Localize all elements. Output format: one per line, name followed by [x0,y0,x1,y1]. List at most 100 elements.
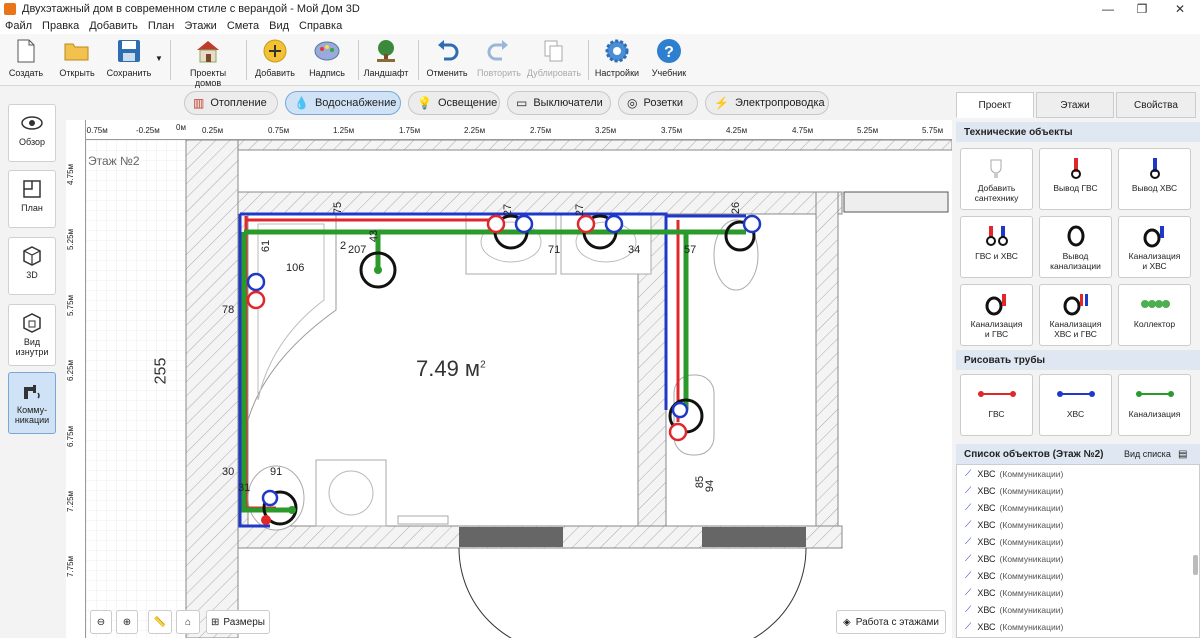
inside-view-button[interactable]: Вид изнутри [8,304,56,366]
obj-label-1: Вывод [1062,251,1089,261]
communications-button[interactable]: Комму- никации [8,372,56,434]
menu-help[interactable]: Справка [294,20,347,32]
tutorial-button[interactable]: ? Учебник [646,36,692,78]
sewer-outlet-button[interactable]: Вывод канализации [1039,216,1112,278]
label-label: Надпись [309,68,345,78]
tutorial-label: Учебник [651,68,687,78]
menu-floors[interactable]: Этажи [179,20,221,32]
projects-label: Проекты домов [189,68,227,88]
create-label: Создать [8,68,44,78]
save-button[interactable]: Сохранить [104,36,154,78]
projects-button[interactable]: Проекты домов [176,36,240,88]
dimension-label: 207 [348,244,367,256]
inside-label-2: изнутри [15,347,49,357]
label-button[interactable]: Надпись [304,36,350,78]
undo-button[interactable]: Отменить [422,36,472,78]
list-item[interactable]: ⟋ ХВС (Коммуникации) [957,499,1199,516]
list-view-label[interactable]: Вид списка [1124,449,1171,459]
list-item[interactable]: ⟋ ХВС (Коммуникации) [957,516,1199,533]
menu-add[interactable]: Добавить [84,20,143,32]
object-list[interactable]: ⟋ ХВС (Коммуникации) ⟋ ХВС (Коммуникации) ⟋ Х… [956,464,1200,638]
sizes-button[interactable]: ⊞ Размеры [206,610,270,634]
cold-outlet-button[interactable]: Вывод ХВС [1118,148,1191,210]
room-area: 7.49 м2 [416,356,486,382]
drop-icon: 💧 [294,96,309,110]
plan-canvas[interactable]: -0.75м -0.25м 0м 0.25м 0.75м 1.25м 1.75м… [66,120,952,638]
overview-button[interactable]: Обзор [8,104,56,162]
menu-estimate[interactable]: Смета [222,20,264,32]
tab-wiring[interactable]: ⚡ Электропроводка [705,91,829,115]
collector-icon [1119,291,1190,317]
hot-cold-button[interactable]: ГВС и ХВС [960,216,1033,278]
list-item[interactable]: ⟋ ХВС (Коммуникации) [957,618,1199,635]
folder-icon [64,38,90,64]
hot-pipe-button[interactable]: ГВС [960,374,1033,436]
create-button[interactable]: Создать [4,36,48,78]
tab-heating[interactable]: ▥ Отопление [184,91,278,115]
dimension-label: 106 [286,262,305,274]
zoom-out-button[interactable]: ⊖ [90,610,112,634]
ruler-tool-button[interactable]: 📏 [148,610,172,634]
menu-edit[interactable]: Правка [37,20,84,32]
home-button[interactable]: ⌂ [176,610,200,634]
list-scrollbar[interactable] [1193,555,1198,575]
list-item[interactable]: ⟋ ХВС (Коммуникации) [957,533,1199,550]
pipe-line-icon: ⟋ [965,502,972,512]
cold-pipe-button[interactable]: ХВС [1039,374,1112,436]
list-item[interactable]: ⟋ ХВС (Коммуникации) [957,465,1199,482]
switch-icon: ▭ [516,96,528,110]
tab-sockets-label: Розетки [643,97,683,109]
hot-cold-icon [961,223,1032,249]
tab-floors[interactable]: Этажи [1036,92,1114,118]
plan-label: План [21,203,43,213]
sewer-cold-hot-button[interactable]: Канализация ХВС и ГВС [1039,284,1112,346]
sewer-hot-button[interactable]: Канализация и ГВС [960,284,1033,346]
ruler-h-label: 0.75м [268,126,290,135]
add-plumbing-button[interactable]: Добавить сантехнику [960,148,1033,210]
menu-plan[interactable]: План [143,20,180,32]
list-item[interactable]: ⟋ ХВС (Коммуникации) [957,550,1199,567]
plan-drawing[interactable] [66,120,952,638]
list-item-type: (Коммуникации) [999,621,1064,632]
comm-label-1: Комму- [16,405,48,415]
floors-work-button[interactable]: ◈ Работа с этажами [836,610,946,634]
ruler-h-label: 2.75м [530,126,552,135]
tab-lighting[interactable]: 💡 Освещение [408,91,500,115]
add-button[interactable]: Добавить [252,36,298,78]
side-dimension: 255 [152,357,170,385]
redo-icon [486,38,512,64]
zoom-in-button[interactable]: ⊕ [116,610,138,634]
duplicate-button[interactable]: Дублировать [526,36,582,78]
add-label: Добавить [255,68,295,78]
tab-switches[interactable]: ▭ Выключатели [507,91,611,115]
left-view-bar: Обзор План 3D Вид изнутри Комму- никации [0,86,62,638]
hot-outlet-button[interactable]: Вывод ГВС [1039,148,1112,210]
close-icon[interactable]: ✕ [1160,0,1200,18]
tab-properties[interactable]: Свойства [1116,92,1196,118]
sewer-pipe-button[interactable]: Канализация [1118,374,1191,436]
list-item[interactable]: ⟋ ХВС (Коммуникации) [957,601,1199,618]
redo-button[interactable]: Повторить [474,36,524,78]
sewer-cold-button[interactable]: Канализация и ХВС [1118,216,1191,278]
tab-water-supply[interactable]: 💧 Водоснабжение [285,91,401,115]
tab-project[interactable]: Проект [956,92,1034,118]
save-dropdown-icon[interactable]: ▼ [154,54,164,63]
zoom-out-icon: ⊖ [96,616,106,628]
sewer-hot-icon [961,291,1032,317]
open-button[interactable]: Открыть [52,36,102,78]
tab-sockets[interactable]: ◎ Розетки [618,91,698,115]
list-item-name: ХВС [977,502,996,513]
settings-button[interactable]: Настройки [592,36,642,78]
view3d-button[interactable]: 3D [8,237,56,295]
collector-button[interactable]: Коллектор [1118,284,1191,346]
menu-view[interactable]: Вид [264,20,294,32]
list-item[interactable]: ⟋ ХВС (Коммуникации) [957,482,1199,499]
plan-button[interactable]: План [8,170,56,228]
landscape-button[interactable]: Ландшафт [362,36,410,78]
maximize-icon[interactable]: ❐ [1122,0,1162,18]
list-item[interactable]: ⟋ ХВС (Коммуникации) [957,584,1199,601]
dimension-label: 91 [270,466,283,478]
menu-file[interactable]: Файл [0,20,37,32]
list-view-icon[interactable]: ▤ [1178,449,1187,460]
list-item[interactable]: ⟋ ХВС (Коммуникации) [957,567,1199,584]
